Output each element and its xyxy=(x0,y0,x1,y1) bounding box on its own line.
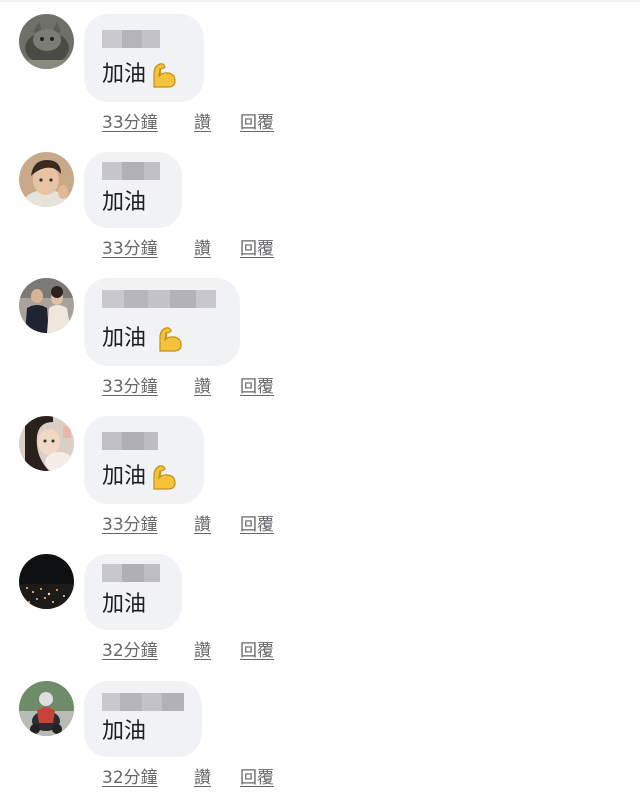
timestamp-link[interactable]: 33分鐘 xyxy=(102,510,194,535)
comment-text: 加油 xyxy=(102,719,146,745)
comment-bubble: 加油 xyxy=(84,681,202,757)
flexed-biceps-icon xyxy=(153,63,176,88)
like-button[interactable]: 讚 xyxy=(194,234,240,259)
avatar[interactable] xyxy=(19,14,74,69)
avatar[interactable] xyxy=(19,554,74,609)
comment-bubble: 加油 xyxy=(84,14,204,102)
comment-text-label: 加油 xyxy=(102,190,147,215)
timestamp-link[interactable]: 32分鐘 xyxy=(102,636,194,661)
comment-text-label: 加油 xyxy=(102,326,147,351)
reply-button[interactable]: 回覆 xyxy=(240,108,274,133)
flexed-biceps-icon xyxy=(159,327,182,352)
reply-button[interactable]: 回覆 xyxy=(240,510,274,535)
comment-text-label: 加油 xyxy=(102,719,147,744)
commenter-name-blurred[interactable] xyxy=(102,162,160,180)
comment-actions: 33分鐘 讚 回覆 xyxy=(102,372,274,397)
like-button[interactable]: 讚 xyxy=(194,108,240,133)
like-button[interactable]: 讚 xyxy=(194,636,240,661)
commenter-name-blurred[interactable] xyxy=(102,30,160,48)
like-button[interactable]: 讚 xyxy=(194,510,240,535)
like-button[interactable]: 讚 xyxy=(194,372,240,397)
comment-text: 加油 xyxy=(102,324,184,354)
flexed-biceps-icon xyxy=(153,465,176,490)
commenter-name-blurred[interactable] xyxy=(102,290,216,308)
comment-text: 加油 xyxy=(102,592,146,618)
comment-actions: 32分鐘 讚 回覆 xyxy=(102,636,274,661)
comment-actions: 33分鐘 讚 回覆 xyxy=(102,510,274,535)
avatar[interactable] xyxy=(19,416,74,471)
reply-button[interactable]: 回覆 xyxy=(240,234,274,259)
comment-actions: 33分鐘 讚 回覆 xyxy=(102,108,274,133)
top-divider xyxy=(0,0,640,2)
comment-actions: 33分鐘 讚 回覆 xyxy=(102,234,274,259)
avatar[interactable] xyxy=(19,681,74,736)
comment-bubble: 加油 xyxy=(84,554,182,630)
avatar[interactable] xyxy=(19,152,74,207)
commenter-name-blurred[interactable] xyxy=(102,693,184,711)
avatar[interactable] xyxy=(19,278,74,333)
comment-text: 加油 xyxy=(102,190,146,216)
comment-bubble: 加油 xyxy=(84,416,204,504)
commenter-name-blurred[interactable] xyxy=(102,564,160,582)
reply-button[interactable]: 回覆 xyxy=(240,636,274,661)
comment-bubble: 加油 xyxy=(84,278,240,366)
timestamp-link[interactable]: 33分鐘 xyxy=(102,234,194,259)
comment-text: 加油 xyxy=(102,60,178,90)
comment-text-label: 加油 xyxy=(102,464,147,489)
comment-text: 加油 xyxy=(102,462,178,492)
timestamp-link[interactable]: 33分鐘 xyxy=(102,372,194,397)
reply-button[interactable]: 回覆 xyxy=(240,763,274,788)
reply-button[interactable]: 回覆 xyxy=(240,372,274,397)
commenter-name-blurred[interactable] xyxy=(102,432,158,450)
comment-text-label: 加油 xyxy=(102,592,147,617)
timestamp-link[interactable]: 33分鐘 xyxy=(102,108,194,133)
like-button[interactable]: 讚 xyxy=(194,763,240,788)
comment-text-label: 加油 xyxy=(102,62,147,87)
comment-bubble: 加油 xyxy=(84,152,182,228)
timestamp-link[interactable]: 32分鐘 xyxy=(102,763,194,788)
comment-actions: 32分鐘 讚 回覆 xyxy=(102,763,274,788)
